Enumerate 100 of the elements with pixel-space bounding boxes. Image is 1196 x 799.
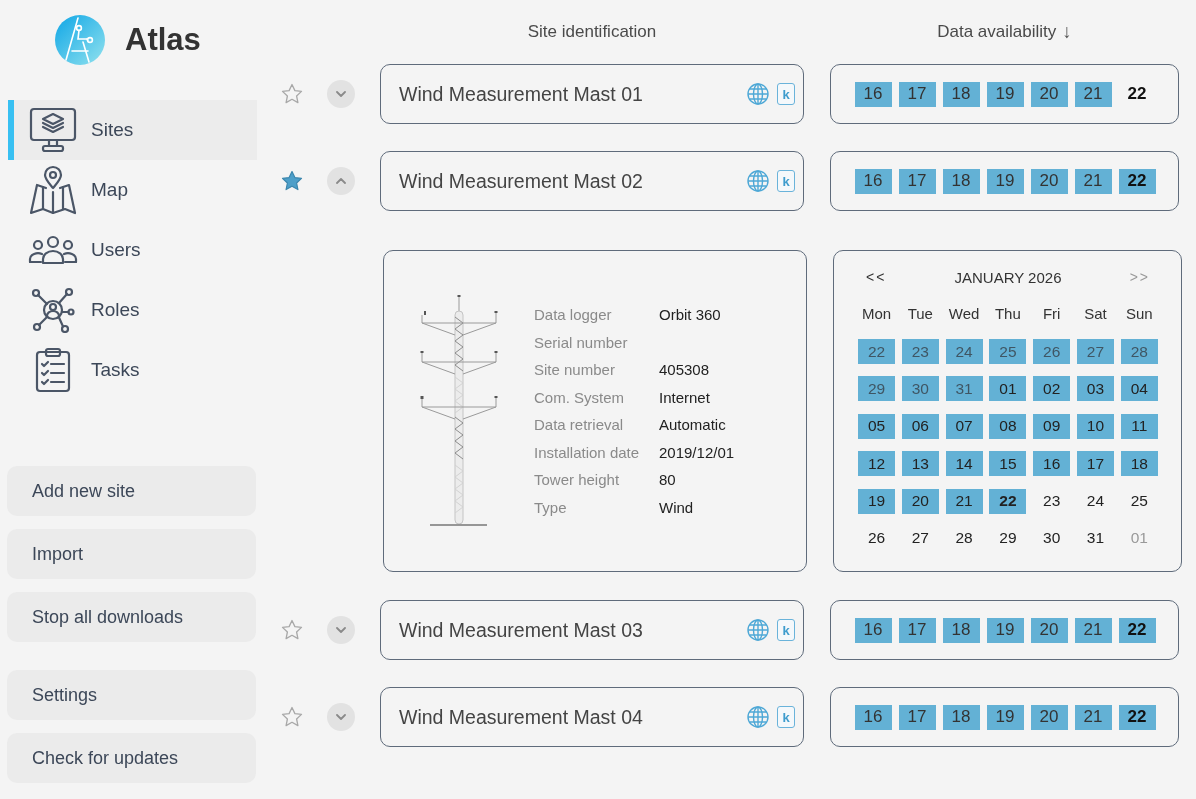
calendar-day[interactable]: 15	[989, 451, 1027, 477]
calendar-day[interactable]: 20	[901, 488, 939, 514]
chevron-down-icon	[336, 91, 346, 97]
calendar-day[interactable]: 14	[945, 451, 983, 477]
calendar-day[interactable]: 08	[989, 413, 1027, 439]
sidebar-button[interactable]: Settings	[7, 670, 256, 720]
field-label: Com. System	[534, 388, 625, 406]
calendar-day[interactable]: 23	[1033, 488, 1071, 514]
calendar-day[interactable]: 30	[1033, 525, 1071, 551]
site-name: Wind Measurement Mast 01	[399, 82, 644, 106]
availability-day: 21	[1074, 81, 1112, 107]
sidebar-button[interactable]: Import	[7, 529, 256, 579]
calendar-day[interactable]: 27	[901, 525, 939, 551]
field-value: Wind	[659, 499, 695, 517]
field-value: Internet	[659, 388, 711, 406]
availability-day: 22	[1118, 168, 1156, 194]
chevron-down-icon	[336, 714, 346, 720]
calendar-day[interactable]: 13	[901, 451, 939, 477]
site-card[interactable]: Wind Measurement Mast 01 k	[380, 64, 804, 124]
filled-star-icon[interactable]	[281, 170, 303, 192]
availability-day: 22	[1118, 81, 1156, 107]
field-label: Type	[534, 499, 568, 517]
globe-icon[interactable]	[747, 619, 769, 641]
globe-icon[interactable]	[747, 83, 769, 105]
calendar-day[interactable]: 18	[1120, 451, 1158, 477]
weekday-label: Sat	[1083, 304, 1108, 324]
star-outline-icon[interactable]	[281, 83, 303, 105]
calendar-day[interactable]: 04	[1120, 376, 1158, 402]
nav-item[interactable]: Users	[8, 220, 257, 280]
field-value: Automatic	[659, 416, 727, 434]
calendar-day[interactable]: 25	[1120, 488, 1158, 514]
prev-month-button[interactable]: <<	[866, 269, 892, 285]
calendar-day[interactable]: 22	[989, 488, 1027, 514]
availability-day: 16	[854, 617, 892, 643]
calendar-day[interactable]: 09	[1033, 413, 1071, 439]
calendar-day[interactable]: 07	[945, 413, 983, 439]
star-outline-icon[interactable]	[281, 619, 303, 641]
availability-day: 18	[942, 704, 980, 730]
calendar-day[interactable]: 17	[1077, 451, 1114, 477]
field-value: 80	[659, 471, 677, 489]
globe-icon[interactable]	[747, 170, 769, 192]
availability-day: 18	[942, 168, 980, 194]
field-label: Data logger	[534, 305, 613, 323]
availability-day: 22	[1118, 617, 1156, 643]
weekday-label: Sun	[1124, 304, 1154, 324]
expand-button[interactable]	[327, 80, 355, 108]
site-card[interactable]: Wind Measurement Mast 04 k	[380, 687, 804, 747]
column-header[interactable]: Site identification	[527, 22, 657, 42]
site-card[interactable]: Wind Measurement Mast 02 k	[380, 151, 804, 211]
calendar-day[interactable]: 16	[1033, 451, 1071, 477]
field-value: 405308	[659, 361, 711, 379]
nav-item[interactable]: Sites	[8, 100, 257, 160]
calendar-day[interactable]: 21	[945, 488, 983, 514]
calendar-day[interactable]: 10	[1077, 413, 1114, 439]
availability-day: 20	[1030, 81, 1068, 107]
calendar-day[interactable]: 28	[945, 525, 983, 551]
sidebar-button[interactable]: Stop all downloads	[7, 592, 256, 642]
availability-day: 21	[1074, 704, 1112, 730]
field-label: Installation date	[534, 443, 641, 461]
field-label: Site number	[534, 361, 616, 379]
availability-day: 17	[898, 81, 936, 107]
availability-day: 21	[1074, 617, 1112, 643]
site-card[interactable]: Wind Measurement Mast 03 k	[380, 600, 804, 660]
sidebar-button[interactable]: Check for updates	[7, 733, 256, 783]
calendar-day[interactable]: 24	[1077, 488, 1114, 514]
calendar-day[interactable]: 31	[1077, 525, 1114, 551]
calendar-day[interactable]: 12	[858, 451, 895, 477]
weekday-label: Fri	[1041, 304, 1062, 324]
field-value: Orbit 360	[659, 305, 722, 323]
expand-button[interactable]	[327, 616, 355, 644]
weekday-label: Tue	[906, 304, 934, 324]
availability-day: 17	[898, 617, 936, 643]
calendar-day[interactable]: 03	[1077, 376, 1114, 402]
field-label: Data retrieval	[534, 416, 625, 434]
calendar-day[interactable]: 19	[858, 488, 895, 514]
weekday-label: Mon	[860, 304, 893, 324]
globe-icon[interactable]	[747, 706, 769, 728]
calendar-day[interactable]: 01	[989, 376, 1027, 402]
site-name: Wind Measurement Mast 03	[399, 618, 644, 642]
expand-button[interactable]	[327, 703, 355, 731]
calendar-day[interactable]: 11	[1120, 413, 1158, 439]
weekday-label: Wed	[947, 304, 981, 324]
site-name: Wind Measurement Mast 04	[399, 705, 644, 729]
calendar-day[interactable]: 05	[858, 413, 895, 439]
nav-item[interactable]: Map	[8, 160, 257, 220]
calendar-day[interactable]: 29	[989, 525, 1027, 551]
star-outline-icon[interactable]	[281, 706, 303, 728]
sidebar-button[interactable]: Add new site	[7, 466, 256, 516]
availability-day: 16	[854, 81, 892, 107]
nav-item[interactable]: Tasks	[8, 340, 257, 400]
map-pin-icon	[29, 165, 77, 215]
column-header[interactable]: Data availability	[937, 22, 1057, 42]
calendar-day[interactable]: 06	[901, 413, 939, 439]
availability-day: 19	[986, 617, 1024, 643]
availability-day: 19	[986, 168, 1024, 194]
nav-item[interactable]: Roles	[8, 280, 257, 340]
expand-button[interactable]	[327, 167, 355, 195]
calendar-day[interactable]: 02	[1033, 376, 1071, 402]
calendar-day[interactable]: 26	[858, 525, 895, 551]
availability-day: 18	[942, 617, 980, 643]
